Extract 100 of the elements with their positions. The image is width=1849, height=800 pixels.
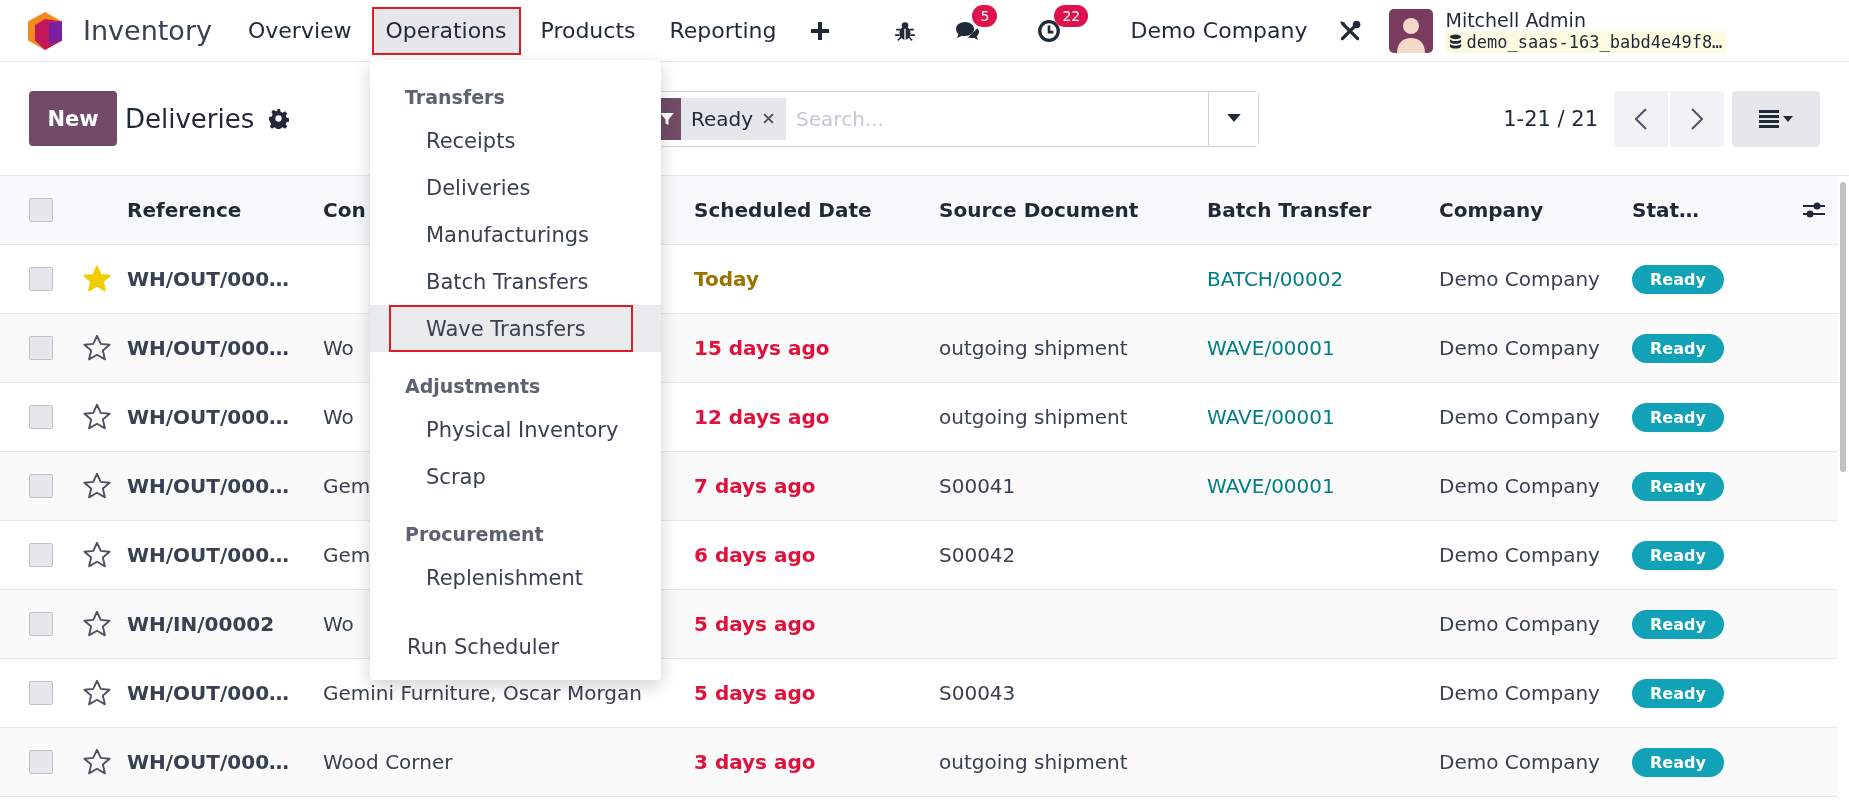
database-name: demo_saas-163_babd4e49f8… [1466, 31, 1723, 52]
table-cell: Wo [323, 405, 354, 429]
table-cell: WH/OUT/000… [127, 543, 290, 567]
view-switcher-button[interactable] [1732, 90, 1820, 147]
database-icon [1449, 34, 1463, 49]
pager-value[interactable]: 1-21 / 21 [1503, 106, 1598, 131]
row-checkbox[interactable] [29, 750, 53, 774]
clock-icon[interactable] [1036, 18, 1063, 43]
new-button[interactable]: New [29, 91, 117, 146]
menu-item[interactable]: Wave Transfers [389, 305, 633, 352]
star-outline-icon[interactable] [83, 541, 111, 569]
status-badge: Ready [1632, 678, 1724, 708]
table-cell: S00043 [939, 681, 1016, 705]
table-cell: WH/OUT/000… [127, 750, 290, 774]
star-outline-icon[interactable] [83, 334, 111, 362]
table-cell: Wood Corner [323, 750, 453, 774]
avatar[interactable] [1389, 8, 1434, 53]
user-name[interactable]: Mitchell Admin [1445, 8, 1727, 31]
menu-item[interactable]: Scrap [389, 453, 633, 500]
company-switcher[interactable]: Demo Company [1130, 18, 1308, 43]
row-checkbox[interactable] [29, 681, 53, 705]
nav-menu-item[interactable]: Reporting [655, 6, 791, 55]
nav-menu-item[interactable]: Products [526, 6, 650, 55]
status-badge: Ready [1632, 609, 1724, 639]
table-cell: WH/OUT/000… [127, 681, 290, 705]
table-cell: 3 days ago [694, 750, 816, 774]
menu-item[interactable]: Batch Transfers [389, 258, 633, 305]
app-name[interactable]: Inventory [83, 15, 212, 46]
star-outline-icon[interactable] [83, 748, 111, 776]
column-header[interactable]: Company [1439, 198, 1544, 222]
star-outline-icon[interactable] [83, 403, 111, 431]
status-badge: Ready [1632, 402, 1724, 432]
star-outline-icon[interactable] [83, 679, 111, 707]
batch-link[interactable]: WAVE/00001 [1207, 474, 1335, 498]
column-header[interactable]: Source Document [939, 198, 1139, 222]
column-header[interactable]: Scheduled Date [694, 198, 872, 222]
menu-section-header: Adjustments [404, 374, 542, 399]
table-cell: Demo Company [1439, 405, 1600, 429]
menu-item[interactable]: Run Scheduler [370, 623, 614, 670]
table-cell: Today [694, 267, 759, 291]
table-cell: Wo [323, 612, 354, 636]
app-logo-icon[interactable] [27, 10, 63, 51]
table-cell: 15 days ago [694, 336, 830, 360]
select-all-checkbox[interactable] [29, 198, 53, 222]
table-cell: WH/IN/00002 [127, 612, 275, 636]
batch-link[interactable]: BATCH/00002 [1207, 267, 1344, 291]
plus-icon[interactable] [810, 20, 831, 41]
nav-menu-item[interactable]: Operations [371, 6, 521, 55]
table-cell: WH/OUT/000… [127, 267, 290, 291]
menu-item[interactable]: Replenishment [389, 554, 633, 601]
list-icon [1759, 109, 1793, 128]
table-cell: Demo Company [1439, 681, 1600, 705]
scrollbar[interactable] [1840, 182, 1846, 472]
table-cell: 6 days ago [694, 543, 816, 567]
column-header[interactable]: Stat… [1632, 198, 1700, 222]
table-cell: Gem [323, 474, 371, 498]
menu-item[interactable]: Manufacturings [389, 211, 633, 258]
table-cell: 5 days ago [694, 681, 816, 705]
column-header[interactable]: Reference [127, 198, 242, 222]
row-checkbox[interactable] [29, 405, 53, 429]
chevron-left-icon [1635, 107, 1647, 130]
status-badge: Ready [1632, 540, 1724, 570]
row-checkbox[interactable] [29, 267, 53, 291]
table-cell: WH/OUT/000… [127, 474, 290, 498]
batch-link[interactable]: WAVE/00001 [1207, 336, 1335, 360]
count-badge: 5 [972, 4, 998, 27]
table-cell: Demo Company [1439, 474, 1600, 498]
star-outline-icon[interactable] [83, 472, 111, 500]
settings-icon[interactable] [268, 108, 290, 129]
table-cell: S00042 [939, 543, 1016, 567]
row-checkbox[interactable] [29, 612, 53, 636]
row-checkbox[interactable] [29, 336, 53, 360]
table-cell: 12 days ago [694, 405, 830, 429]
page-title: Deliveries [125, 103, 255, 134]
menu-section-header: Procurement [404, 522, 545, 547]
column-header[interactable]: Batch Transfer [1207, 198, 1372, 222]
row-checkbox[interactable] [29, 543, 53, 567]
filled-star-icon[interactable] [83, 265, 111, 293]
star-outline-icon[interactable] [83, 610, 111, 638]
table-cell: Wo [323, 336, 354, 360]
batch-link[interactable]: WAVE/00001 [1207, 405, 1335, 429]
table-cell: Demo Company [1439, 750, 1600, 774]
menu-item[interactable]: Receipts [389, 117, 633, 164]
table-cell: 7 days ago [694, 474, 816, 498]
menu-item[interactable]: Deliveries [389, 164, 633, 211]
status-badge: Ready [1632, 471, 1724, 501]
menu-item[interactable]: Physical Inventory [389, 406, 633, 453]
table-cell: Gemini Furniture, Oscar Morgan [323, 681, 642, 705]
table-cell: outgoing shipment [939, 336, 1128, 360]
column-header[interactable]: Con [323, 198, 366, 222]
table-cell: Demo Company [1439, 336, 1600, 360]
sliders-icon[interactable] [1802, 200, 1826, 220]
chevron-right-icon [1691, 107, 1703, 130]
count-badge: 22 [1054, 4, 1089, 27]
nav-menu-item[interactable]: Overview [233, 6, 366, 55]
table-cell: S00041 [939, 474, 1016, 498]
table-cell: outgoing shipment [939, 750, 1128, 774]
row-checkbox[interactable] [29, 474, 53, 498]
table-cell: Demo Company [1439, 543, 1600, 567]
status-badge: Ready [1632, 747, 1724, 777]
